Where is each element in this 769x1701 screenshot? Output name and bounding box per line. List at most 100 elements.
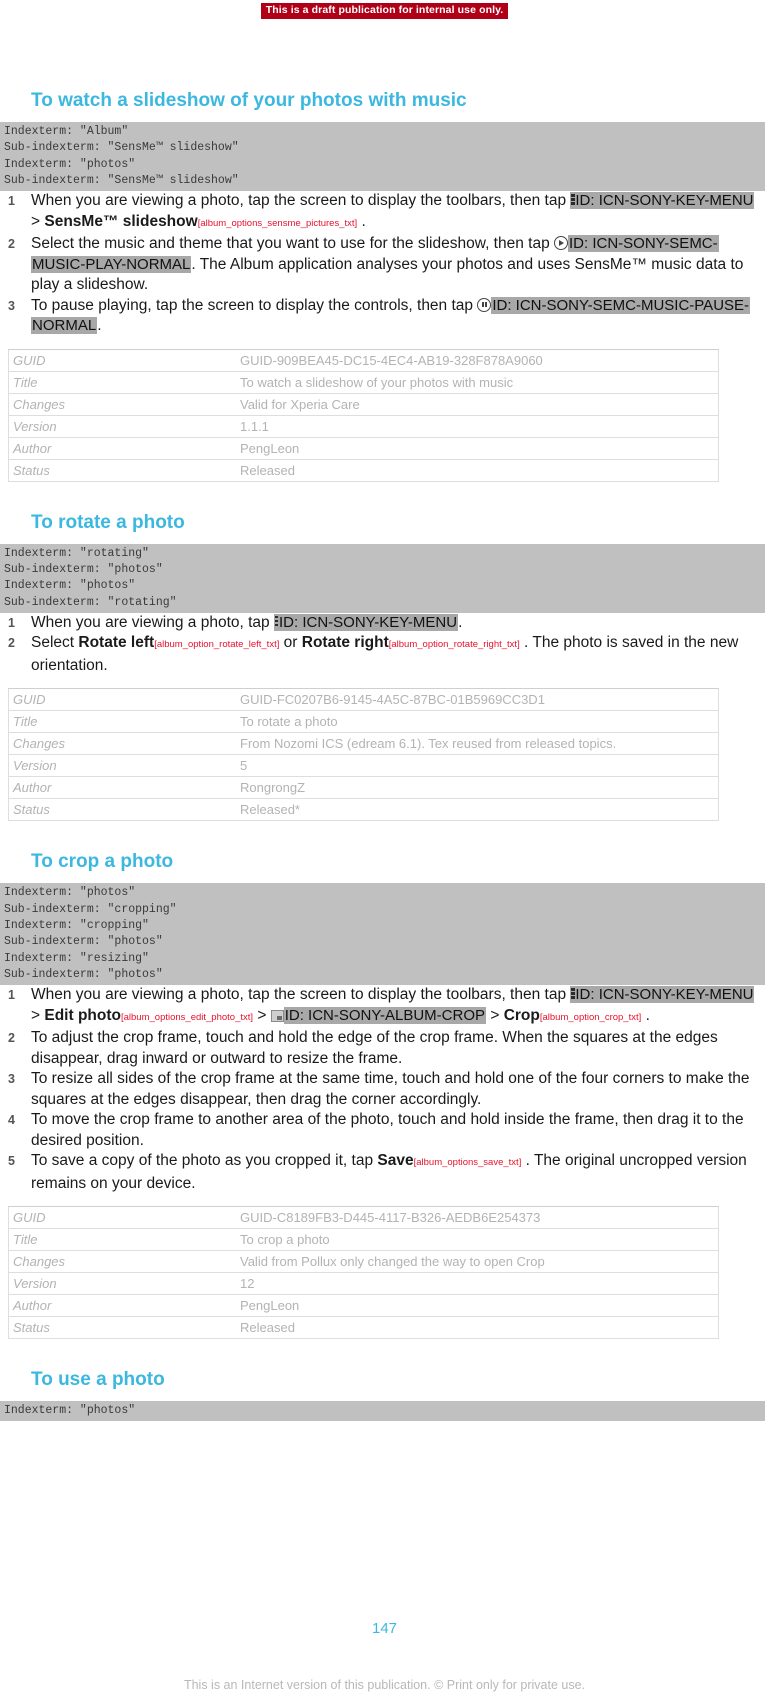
indexterm-line: Indexterm: "rotating" — [4, 546, 149, 560]
step-number: 2 — [8, 237, 15, 252]
step-number: 4 — [8, 1113, 15, 1128]
indexterm-line: Sub-indexterm: "rotating" — [4, 595, 177, 609]
meta-value: To crop a photo — [238, 1228, 719, 1252]
table-row: Author PengLeon — [8, 1294, 719, 1318]
meta-key: GUID — [8, 688, 238, 712]
meta-value: GUID-FC0207B6-9145-4A5C-87BC-01B5969CC3D… — [238, 688, 719, 712]
step-text-part: To save a copy of the photo as you cropp… — [31, 1152, 378, 1170]
id-token-menu: ID: ICN-SONY-KEY-MENU — [273, 613, 459, 631]
section-heading-use-photo: To use a photo — [31, 1369, 165, 1391]
table-row: GUID GUID-FC0207B6-9145-4A5C-87BC-01B596… — [8, 688, 719, 712]
step-text-part: Select the music and theme that you want… — [31, 235, 555, 253]
step-item: 1 When you are viewing a photo, tap the … — [0, 985, 769, 1028]
step-text: To save a copy of the photo as you cropp… — [31, 1151, 759, 1194]
step-text: To resize all sides of the crop frame at… — [31, 1070, 750, 1108]
indexterm-line: Indexterm: "resizing" — [4, 951, 149, 965]
meta-value: Released — [238, 458, 719, 482]
separator: > — [31, 212, 45, 230]
variable-reference: [album_options_sensme_pictures_txt] — [197, 217, 358, 229]
id-token-menu: ID: ICN-SONY-KEY-MENU — [570, 192, 755, 210]
table-row: GUID GUID-909BEA45-DC15-4EC4-AB19-328F87… — [8, 348, 719, 372]
document-page: This is a draft publication for internal… — [0, 0, 769, 1701]
table-row: Author RongrongZ — [8, 776, 719, 800]
indexterm-line: Sub-indexterm: "photos" — [4, 967, 163, 981]
indexterm-block-slideshow: Indexterm: "Album" Sub-indexterm: "SensM… — [0, 122, 765, 192]
meta-value: 12 — [238, 1272, 719, 1296]
meta-value: To rotate a photo — [238, 710, 719, 734]
menu-icon — [571, 988, 575, 1000]
ui-label: Rotate right — [301, 634, 389, 652]
meta-value: Valid from Pollux only changed the way t… — [238, 1250, 719, 1274]
table-row: Title To watch a slideshow of your photo… — [8, 370, 719, 394]
ui-label: Crop — [503, 1006, 540, 1024]
section-heading-crop: To crop a photo — [31, 851, 174, 873]
step-number: 2 — [8, 1031, 15, 1046]
variable-reference: [album_option_rotate_right_txt] — [388, 639, 520, 651]
step-text-tail: . — [458, 613, 463, 631]
step-text: When you are viewing a photo, tap the sc… — [31, 985, 759, 1028]
meta-key: Status — [8, 458, 238, 482]
step-text-part: When you are viewing a photo, tap the sc… — [31, 192, 571, 210]
separator: > — [31, 1006, 45, 1024]
ui-label: SensMe™ slideshow — [44, 212, 198, 230]
draft-banner-container: This is a draft publication for internal… — [0, 0, 769, 19]
document-content: To watch a slideshow of your photos with… — [0, 90, 769, 1422]
meta-value: 5 — [238, 754, 719, 778]
table-row: Version 5 — [8, 754, 719, 778]
meta-value: RongrongZ — [238, 776, 719, 800]
step-item: 1 When you are viewing a photo, tap the … — [0, 191, 769, 234]
step-number: 2 — [8, 636, 15, 651]
step-text-mid: or — [279, 634, 302, 652]
meta-key: Title — [8, 370, 238, 394]
step-item: 3 To pause playing, tap the screen to di… — [0, 296, 769, 337]
indexterm-line: Sub-indexterm: "photos" — [4, 562, 163, 576]
meta-value: 1.1.1 — [238, 414, 719, 438]
ui-label: Rotate left — [78, 634, 155, 652]
pause-icon — [477, 297, 492, 312]
meta-key: Changes — [8, 392, 238, 416]
step-text-part: To pause playing, tap the screen to disp… — [31, 296, 478, 314]
indexterm-line: Indexterm: "Album" — [4, 125, 129, 138]
meta-key: Title — [8, 710, 238, 734]
step-text-part: Select — [31, 634, 79, 652]
meta-key: Status — [8, 798, 238, 822]
meta-value: GUID-909BEA45-DC15-4EC4-AB19-328F878A906… — [238, 348, 719, 372]
indexterm-block-use-photo: Indexterm: "photos" — [0, 1401, 765, 1422]
indexterm-block-rotate: Indexterm: "rotating" Sub-indexterm: "ph… — [0, 543, 765, 613]
id-token-menu: ID: ICN-SONY-KEY-MENU — [570, 986, 755, 1004]
step-item: 2 To adjust the crop frame, touch and ho… — [0, 1028, 769, 1069]
meta-value: PengLeon — [238, 436, 719, 460]
table-row: Changes Valid from Pollux only changed t… — [8, 1250, 719, 1274]
id-token-label: ID: ICN-SONY-KEY-MENU — [575, 986, 754, 1004]
meta-key: GUID — [8, 348, 238, 372]
meta-key: Version — [8, 754, 238, 778]
step-text: When you are viewing a photo, tap ID: IC… — [31, 613, 759, 634]
step-item: 1 When you are viewing a photo, tap ID: … — [0, 613, 769, 634]
indexterm-line: Indexterm: "cropping" — [4, 918, 149, 932]
meta-value: From Nozomi ICS (edream 6.1). Tex reused… — [238, 732, 719, 756]
indexterm-line: Indexterm: "photos" — [4, 579, 136, 593]
steps-list-crop: 1 When you are viewing a photo, tap the … — [0, 985, 769, 1194]
step-number: 1 — [8, 988, 15, 1003]
metadata-table-rotate: GUID GUID-FC0207B6-9145-4A5C-87BC-01B596… — [8, 688, 719, 822]
menu-icon — [274, 615, 279, 628]
meta-key: Status — [8, 1316, 238, 1340]
meta-value: GUID-C8189FB3-D445-4117-B326-AEDB6E25437… — [238, 1206, 719, 1230]
indexterm-line: Sub-indexterm: "SensMe™ slideshow" — [4, 173, 239, 187]
step-text-tail: . — [357, 212, 366, 230]
table-row: Changes Valid for Xperia Care — [8, 392, 719, 416]
meta-value: Released* — [238, 798, 719, 822]
meta-key: Changes — [8, 732, 238, 756]
indexterm-line: Indexterm: "photos" — [4, 1404, 136, 1418]
indexterm-line: Sub-indexterm: "SensMe™ slideshow" — [4, 141, 239, 155]
step-number: 1 — [8, 194, 15, 209]
table-row: GUID GUID-C8189FB3-D445-4117-B326-AEDB6E… — [8, 1206, 719, 1230]
step-number: 1 — [8, 615, 15, 630]
variable-reference: [album_option_crop_txt] — [539, 1011, 642, 1023]
step-item: 2 Select Rotate left [album_option_rotate… — [0, 633, 769, 676]
steps-list-slideshow: 1 When you are viewing a photo, tap the … — [0, 191, 769, 337]
meta-key: Title — [8, 1228, 238, 1252]
separator: > — [253, 1006, 271, 1024]
